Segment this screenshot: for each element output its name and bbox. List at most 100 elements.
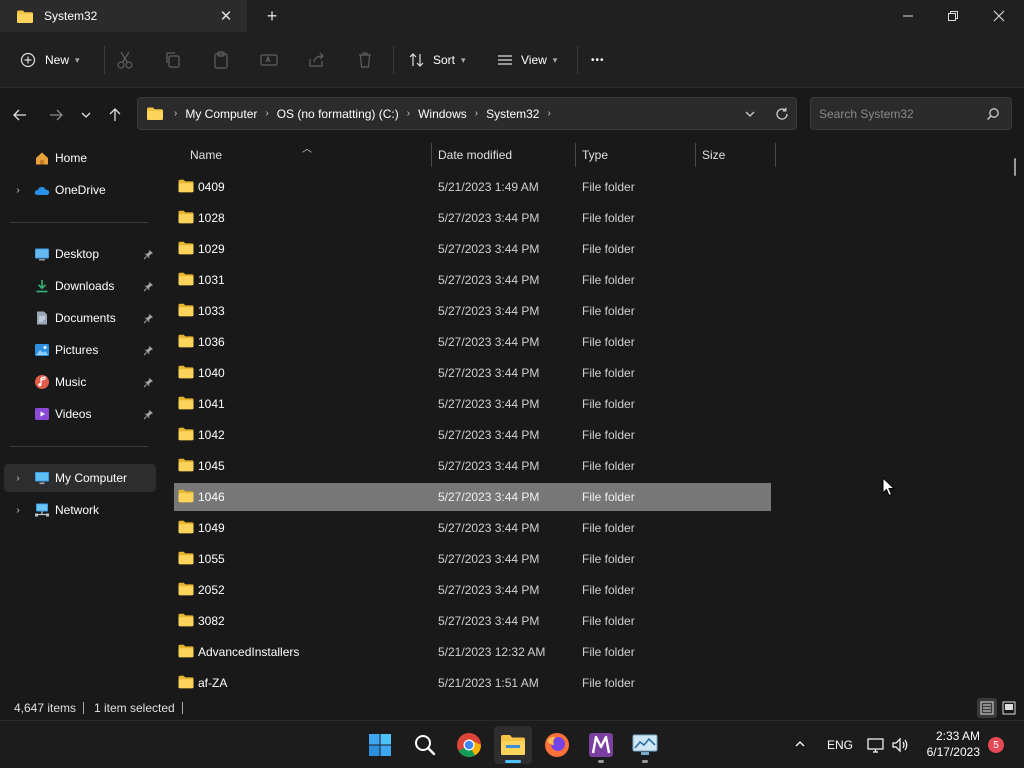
breadcrumb-windows[interactable]: Windows — [418, 107, 467, 121]
tab-close-icon[interactable]: ✕ — [216, 6, 236, 26]
file-row-1036[interactable]: 1036 5/27/2023 3:44 PM File folder — [174, 328, 771, 356]
file-row-1029[interactable]: 1029 5/27/2023 3:44 PM File folder — [174, 235, 771, 263]
back-button[interactable] — [8, 103, 32, 127]
command-bar: New ▾ Sort ▾ View ▾ ••• — [0, 32, 1024, 88]
file-row-1041[interactable]: 1041 5/27/2023 3:44 PM File folder — [174, 390, 771, 418]
clock[interactable]: 2:33 AM 6/17/2023 — [920, 728, 984, 762]
close-button[interactable] — [976, 0, 1022, 32]
address-dropdown-button[interactable] — [738, 98, 762, 129]
file-row-1049[interactable]: 1049 5/27/2023 3:44 PM File folder — [174, 514, 771, 542]
file-row-1042[interactable]: 1042 5/27/2023 3:44 PM File folder — [174, 421, 771, 449]
language-indicator[interactable]: ENG — [827, 738, 853, 752]
more-options-button[interactable]: ••• — [591, 46, 605, 74]
sidebar-item-music[interactable]: Music — [4, 368, 156, 396]
volume-tray-button[interactable] — [890, 735, 910, 755]
file-row-1045[interactable]: 1045 5/27/2023 3:44 PM File folder — [174, 452, 771, 480]
cut-button[interactable] — [114, 46, 136, 74]
file-row-1046[interactable]: 1046 5/27/2023 3:44 PM File folder — [174, 483, 771, 511]
column-divider[interactable] — [695, 143, 696, 167]
minimize-button[interactable] — [885, 0, 931, 32]
sidebar-item-home[interactable]: Home — [4, 144, 156, 172]
file-row-1031[interactable]: 1031 5/27/2023 3:44 PM File folder — [174, 266, 771, 294]
column-divider[interactable] — [575, 143, 576, 167]
file-date-modified: 5/27/2023 3:44 PM — [438, 428, 540, 442]
expand-chevron-icon[interactable]: › — [12, 505, 24, 516]
sidebar-item-documents[interactable]: Documents — [4, 304, 156, 332]
details-view-button[interactable] — [977, 698, 997, 718]
file-date-modified: 5/27/2023 3:44 PM — [438, 583, 540, 597]
taskbar-file-explorer[interactable] — [494, 726, 532, 764]
sidebar-item-label: Home — [55, 151, 88, 165]
taskbar-chrome[interactable] — [450, 726, 488, 764]
search-input[interactable] — [811, 98, 981, 129]
sidebar-item-my-computer[interactable]: › My Computer — [4, 464, 156, 492]
file-row-1040[interactable]: 1040 5/27/2023 3:44 PM File folder — [174, 359, 771, 387]
taskbar-monitor-app[interactable] — [626, 726, 664, 764]
address-bar[interactable]: › My Computer › OS (no formatting) (C:) … — [137, 97, 797, 130]
file-row-1028[interactable]: 1028 5/27/2023 3:44 PM File folder — [174, 204, 771, 232]
share-button[interactable] — [306, 46, 328, 74]
vertical-scrollbar[interactable] — [1014, 158, 1016, 176]
taskbar-search-button[interactable] — [406, 726, 444, 764]
sort-button[interactable]: Sort ▾ — [408, 46, 466, 74]
column-header-name[interactable]: Name — [190, 140, 222, 170]
column-divider[interactable] — [431, 143, 432, 167]
file-row-af-za[interactable]: af-ZA 5/21/2023 1:51 AM File folder — [174, 669, 771, 696]
sidebar-item-downloads[interactable]: Downloads — [4, 272, 156, 300]
file-row-3082[interactable]: 3082 5/27/2023 3:44 PM File folder — [174, 607, 771, 635]
breadcrumb-system32[interactable]: System32 — [486, 107, 539, 121]
tab-system32[interactable]: System32 ✕ — [0, 0, 247, 32]
search-button[interactable] — [983, 104, 1003, 124]
file-type: File folder — [582, 304, 635, 318]
column-header-type[interactable]: Type — [582, 140, 608, 170]
file-row-1033[interactable]: 1033 5/27/2023 3:44 PM File folder — [174, 297, 771, 325]
network-status-icon — [867, 738, 884, 753]
file-row-advancedinstallers[interactable]: AdvancedInstallers 5/21/2023 12:32 AM File… — [174, 638, 771, 666]
network-tray-button[interactable] — [866, 735, 886, 755]
file-row-2052[interactable]: 2052 5/27/2023 3:44 PM File folder — [174, 576, 771, 604]
column-header-date[interactable]: Date modified — [438, 140, 512, 170]
file-row-0409[interactable]: 0409 5/21/2023 1:49 AM File folder — [174, 173, 771, 201]
file-type: File folder — [582, 273, 635, 287]
up-button[interactable] — [103, 103, 127, 127]
navigation-pane: Home › OneDrive Desktop Downloads Documents Pi… — [0, 140, 158, 696]
sidebar-item-onedrive[interactable]: › OneDrive — [4, 176, 156, 204]
rename-button[interactable] — [258, 46, 280, 74]
breadcrumb-my-computer[interactable]: My Computer — [185, 107, 257, 121]
folder-icon — [178, 613, 194, 627]
view-button[interactable]: View ▾ — [496, 46, 557, 74]
music-icon — [34, 374, 50, 390]
show-hidden-icons-button[interactable] — [792, 736, 808, 752]
column-header-size[interactable]: Size — [702, 140, 725, 170]
new-button[interactable]: New ▾ — [20, 46, 80, 74]
new-tab-button[interactable]: + — [262, 6, 282, 26]
folder-icon — [178, 179, 194, 193]
expand-chevron-icon[interactable]: › — [12, 185, 24, 196]
sidebar-item-network[interactable]: › Network — [4, 496, 156, 524]
file-name: af-ZA — [198, 676, 228, 690]
pin-icon — [142, 376, 154, 388]
breadcrumb-c-drive[interactable]: OS (no formatting) (C:) — [277, 107, 399, 121]
paste-button[interactable] — [210, 46, 232, 74]
forward-button[interactable] — [44, 103, 68, 127]
sidebar-item-pictures[interactable]: Pictures — [4, 336, 156, 364]
maximize-button[interactable] — [930, 0, 976, 32]
file-row-1055[interactable]: 1055 5/27/2023 3:44 PM File folder — [174, 545, 771, 573]
sidebar-item-videos[interactable]: Videos — [4, 400, 156, 428]
expand-chevron-icon[interactable]: › — [12, 473, 24, 484]
recent-locations-button[interactable] — [74, 103, 98, 127]
notification-badge[interactable]: 5 — [988, 737, 1004, 753]
start-button[interactable] — [361, 726, 399, 764]
taskbar-m-app[interactable] — [582, 726, 620, 764]
taskbar-firefox[interactable] — [538, 726, 576, 764]
delete-button[interactable] — [354, 46, 376, 74]
tiles-view-button[interactable] — [999, 698, 1019, 718]
documents-icon — [34, 310, 50, 326]
sidebar-item-label: OneDrive — [55, 183, 106, 197]
sidebar-item-desktop[interactable]: Desktop — [4, 240, 156, 268]
search-box[interactable] — [810, 97, 1012, 130]
refresh-button[interactable] — [770, 98, 794, 129]
copy-button[interactable] — [162, 46, 184, 74]
column-divider[interactable] — [775, 143, 776, 167]
chevron-down-icon — [745, 111, 755, 117]
